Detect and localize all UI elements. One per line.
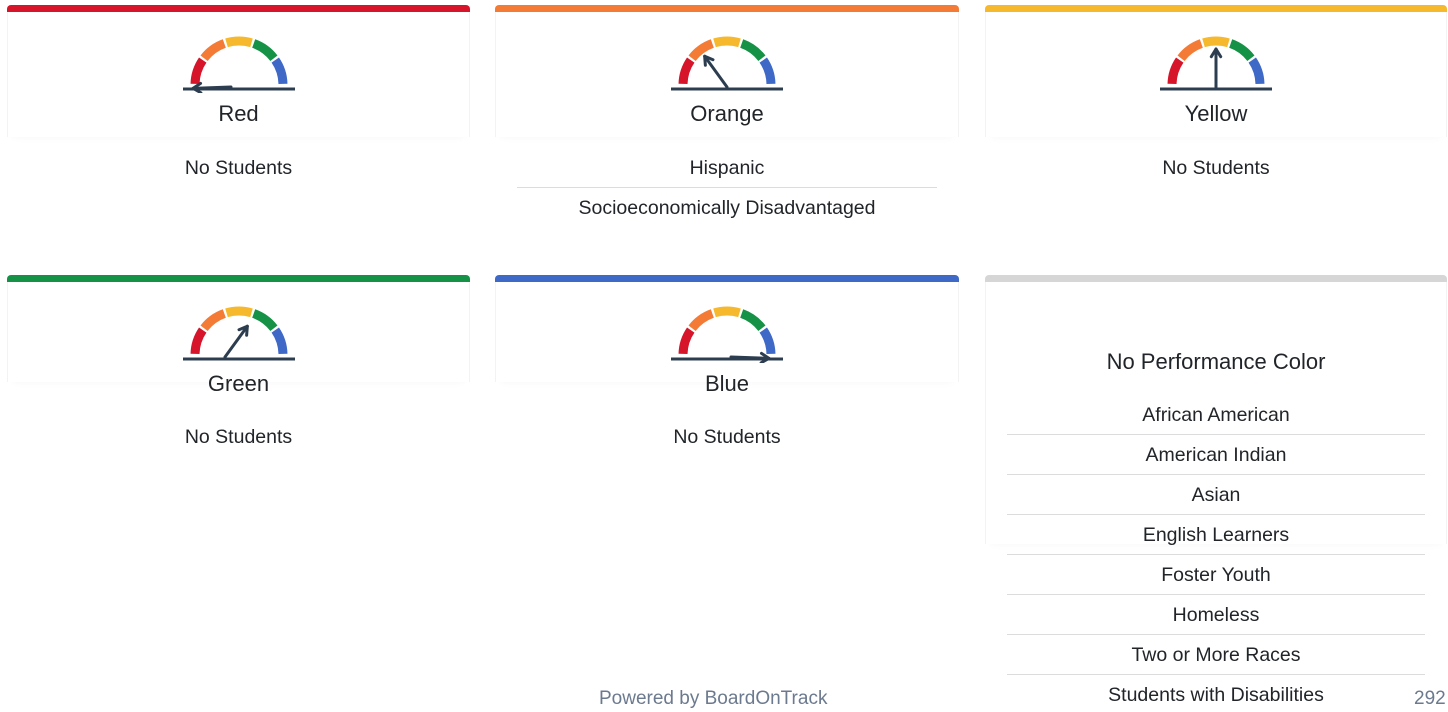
performance-card-no-color: No Performance Color African American Am… — [985, 275, 1447, 712]
gauge-segment — [251, 309, 277, 332]
student-group-list: No Students — [29, 148, 448, 188]
gauge-segment — [713, 36, 741, 48]
speedometer-gauge-icon — [182, 306, 295, 361]
card-color-bar — [495, 275, 959, 282]
gauge-segment — [759, 57, 776, 85]
student-group-item: Socioeconomically Disadvantaged — [578, 197, 876, 219]
gauge-segment — [688, 309, 715, 332]
card-color-bar — [985, 5, 1447, 12]
gauge-segment — [270, 57, 287, 85]
student-group-list: No Students — [1007, 148, 1425, 188]
gauge-segment — [739, 39, 766, 62]
gauge-segment — [1248, 57, 1265, 85]
gauge-segment — [1177, 39, 1204, 62]
student-group-item: No Students — [184, 426, 293, 448]
color-title: Yellow — [1184, 101, 1248, 126]
card-color-bar — [495, 5, 959, 12]
student-group-item: Two or More Races — [1007, 635, 1425, 675]
gauge-segment — [200, 39, 226, 62]
gauge-segment — [713, 306, 741, 318]
student-group-item: American Indian — [1007, 435, 1425, 475]
gauge-segment — [270, 327, 287, 355]
color-title: Green — [207, 371, 270, 396]
performance-card-red: Red No Students — [7, 5, 470, 210]
gauge-segment — [678, 327, 695, 355]
performance-card-orange: Orange Hispanic Socioeconomically Disadv… — [495, 5, 959, 250]
color-title: Red — [218, 101, 259, 126]
gauge-segment — [759, 327, 776, 355]
color-title: No Performance Color — [1106, 349, 1326, 374]
gauge-segment — [190, 327, 207, 355]
page-number: 292 — [1414, 688, 1446, 709]
gauge-segment — [251, 39, 277, 62]
card-color-bar — [7, 275, 470, 282]
speedometer-gauge-icon — [1160, 36, 1272, 91]
gauge-segment — [190, 57, 207, 85]
powered-by-footer: Powered by BoardOnTrack — [599, 688, 828, 709]
student-group-item: Asian — [1007, 475, 1425, 515]
card-color-bar — [7, 5, 470, 12]
card-color-bar — [985, 275, 1447, 282]
color-title: Orange — [690, 101, 764, 126]
gauge-needle — [191, 85, 232, 90]
student-group-item: Homeless — [1007, 595, 1425, 635]
performance-card-yellow: Yellow No Students — [985, 5, 1447, 210]
student-group-item: No Students — [1162, 157, 1270, 179]
speedometer-gauge-icon — [671, 306, 783, 363]
student-group-item: No Students — [184, 157, 293, 179]
student-group-item: No Students — [673, 426, 781, 448]
gauge-segment — [1167, 57, 1184, 85]
gauge-needle — [703, 54, 729, 89]
student-group-item: Students with Disabilities — [1108, 684, 1324, 706]
gauge-needle — [223, 324, 249, 359]
gauge-segment — [678, 57, 695, 85]
color-title: Blue — [704, 371, 750, 396]
student-group-item: African American — [1007, 395, 1425, 435]
student-group-item: Hispanic — [517, 148, 937, 188]
student-group-item: English Learners — [1007, 515, 1425, 555]
gauge-segment — [1228, 39, 1255, 62]
performance-card-green: Green No Students — [7, 275, 470, 480]
gauge-segment — [739, 309, 766, 332]
gauge-segment — [200, 309, 226, 332]
student-group-list: African American American Indian Asian E… — [1007, 395, 1425, 712]
speedometer-gauge-icon — [182, 36, 295, 93]
performance-card-blue: Blue No Students — [495, 275, 959, 480]
speedometer-gauge-icon — [671, 36, 783, 91]
gauge-segment — [1202, 36, 1230, 48]
gauge-needle — [729, 355, 771, 360]
gauge-segment — [688, 39, 715, 62]
student-group-list: No Students — [29, 417, 448, 457]
student-group-list: Hispanic Socioeconomically Disadvantaged — [517, 148, 937, 228]
gauge-segment — [224, 36, 253, 48]
student-group-item: Foster Youth — [1007, 555, 1425, 595]
student-group-list: No Students — [517, 417, 937, 457]
gauge-segment — [224, 306, 253, 318]
